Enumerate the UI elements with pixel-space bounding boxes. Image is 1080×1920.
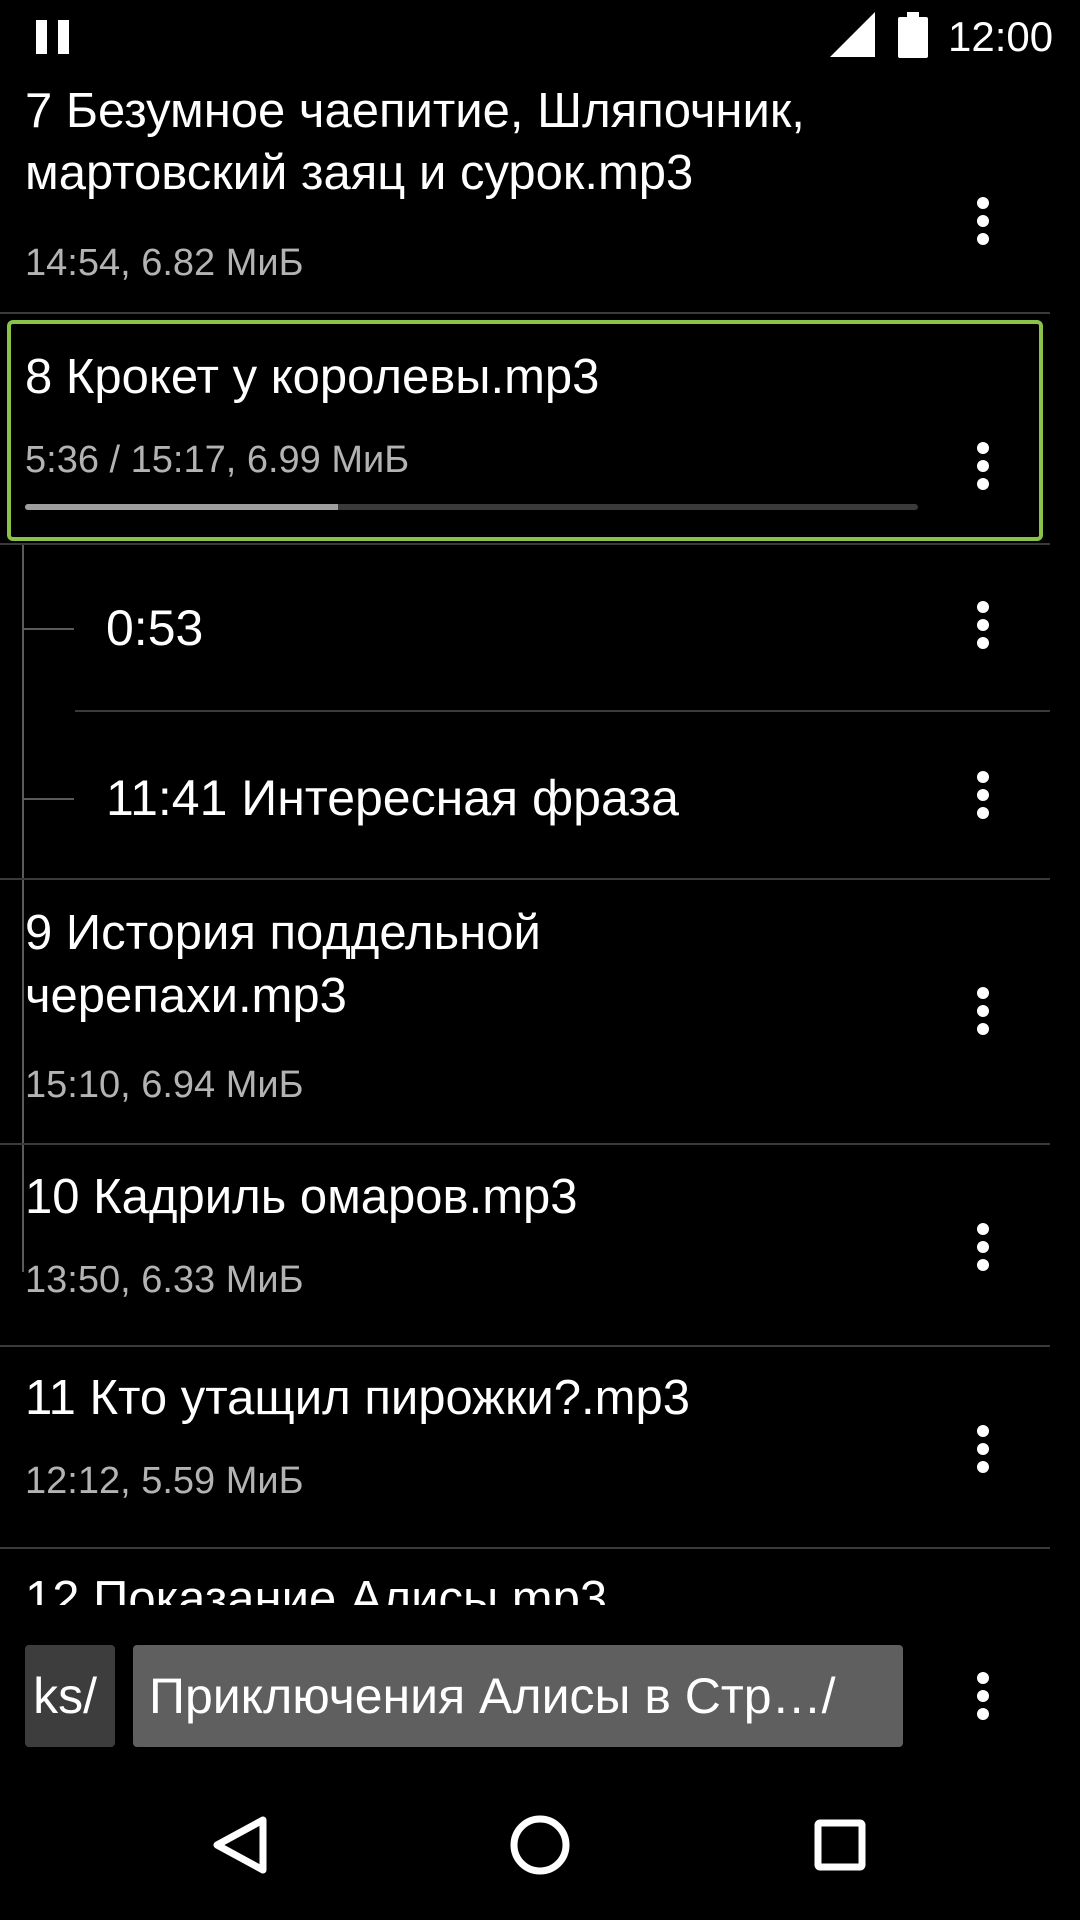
item-title: 11 Кто утащил пирожки?.mp3 xyxy=(25,1371,690,1425)
divider xyxy=(0,312,1050,314)
bookmark-connector xyxy=(22,798,74,800)
status-bar: 12:00 xyxy=(0,0,1080,75)
battery-icon xyxy=(898,12,928,58)
playback-progress-bar[interactable] xyxy=(25,504,918,510)
item-meta: 12:12, 5.59 МиБ xyxy=(25,1460,304,1502)
overflow-menu-icon[interactable] xyxy=(953,755,1013,835)
breadcrumb-label: ks/ xyxy=(33,1668,97,1724)
item-meta: 13:50, 6.33 МиБ xyxy=(25,1259,304,1301)
item-title: 8 Крокет у королевы.mp3 xyxy=(25,350,600,404)
overflow-menu-icon[interactable] xyxy=(953,971,1013,1051)
item-title: 9 История поддельной xyxy=(25,906,541,960)
home-icon[interactable] xyxy=(480,1785,600,1905)
navigation-bar xyxy=(0,1770,1080,1920)
bookmark-item[interactable]: 11:41 Интересная фраза xyxy=(0,712,1050,877)
item-meta: 15:10, 6.94 МиБ xyxy=(25,1064,304,1106)
list-item[interactable]: 7 Безумное чаепитие, Шляпочник, мартовск… xyxy=(0,75,1050,312)
breadcrumb-parent[interactable]: ks/ xyxy=(25,1645,115,1747)
overflow-menu-icon[interactable] xyxy=(953,1207,1013,1287)
bookmark-label: 0:53 xyxy=(106,600,204,656)
clock: 12:00 xyxy=(948,13,1054,60)
app-screen: 12:00 7 Безумное чаепитие, Шляпочник, ма… xyxy=(0,0,1080,1920)
bookmark-label: 11:41 Интересная фраза xyxy=(106,770,679,826)
list-item[interactable]: 11 Кто утащил пирожки?.mp3 12:12, 5.59 М… xyxy=(0,1347,1050,1547)
back-icon[interactable] xyxy=(180,1785,300,1905)
item-meta: 5:36 / 15:17, 6.99 МиБ xyxy=(25,439,410,481)
overflow-menu-icon[interactable] xyxy=(953,426,1013,506)
list-item[interactable]: 10 Кадриль омаров.mp3 13:50, 6.33 МиБ xyxy=(0,1145,1050,1345)
item-title-continued: черепахи.mp3 xyxy=(25,969,347,1023)
list-item[interactable]: 9 История поддельной черепахи.mp3 15:10,… xyxy=(0,880,1050,1143)
item-title-continued: мартовский заяц и сурок.mp3 xyxy=(25,146,694,200)
playback-progress-fill xyxy=(25,504,338,510)
overflow-menu-icon[interactable] xyxy=(953,1656,1013,1736)
item-title: 10 Кадриль омаров.mp3 xyxy=(25,1170,578,1224)
bookmark-item[interactable]: 0:53 xyxy=(0,545,1050,710)
overflow-menu-icon[interactable] xyxy=(953,181,1013,261)
recents-icon[interactable] xyxy=(780,1785,900,1905)
list-item[interactable]: 12 Показание Алисы.mp3 xyxy=(0,1549,1050,1605)
pause-icon xyxy=(36,20,72,54)
breadcrumb-current[interactable]: Приключения Алисы в Стр…/ xyxy=(133,1645,903,1747)
signal-icon xyxy=(830,12,875,57)
list-item-selected[interactable]: 8 Крокет у королевы.mp3 5:36 / 15:17, 6.… xyxy=(0,320,1050,541)
overflow-menu-icon[interactable] xyxy=(953,585,1013,665)
file-list[interactable]: 7 Безумное чаепитие, Шляпочник, мартовск… xyxy=(0,75,1050,1605)
overflow-menu-icon[interactable] xyxy=(953,1409,1013,1489)
breadcrumb-label: Приключения Алисы в Стр…/ xyxy=(149,1668,836,1724)
item-title: 12 Показание Алисы.mp3 xyxy=(25,1572,608,1605)
item-title: 7 Безумное чаепитие, Шляпочник, xyxy=(25,84,805,138)
path-bar: ks/ Приключения Алисы в Стр…/ xyxy=(0,1605,1080,1747)
bookmark-connector xyxy=(22,628,74,630)
item-meta: 14:54, 6.82 МиБ xyxy=(25,242,304,284)
